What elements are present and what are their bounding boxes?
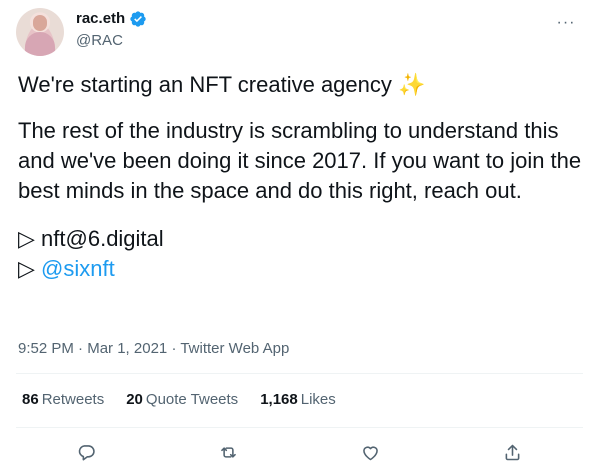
tweet-header: rac.eth @RAC ··· xyxy=(16,8,583,56)
tweet-paragraph-2: The rest of the industry is scrambling t… xyxy=(18,118,582,203)
quote-tweets-label: Quote Tweets xyxy=(145,391,239,408)
quote-tweets-count: 20 xyxy=(126,391,143,408)
author-names: rac.eth @RAC xyxy=(76,9,147,51)
tweet-contact-list: ▷ nft@6.digital ▷ @sixnft xyxy=(18,224,583,284)
display-name-row: rac.eth xyxy=(76,9,147,29)
retweets-count: 86 xyxy=(22,391,39,408)
contact-mention-row: ▷ @sixnft xyxy=(18,254,583,284)
verified-badge-icon xyxy=(129,10,147,28)
tweet-stats: 86 Retweets 20 Quote Tweets 1,168 Likes xyxy=(22,390,336,410)
reply-icon xyxy=(79,444,96,460)
display-name[interactable]: rac.eth xyxy=(76,9,125,29)
quote-tweets-stat[interactable]: 20 Quote Tweets xyxy=(126,390,238,410)
retweet-icon xyxy=(221,446,236,458)
likes-count: 1,168 xyxy=(260,391,298,408)
divider-top xyxy=(16,373,583,374)
meta-separator: · xyxy=(78,340,84,357)
avatar-figure-head xyxy=(33,15,47,31)
tweet-body: We're starting an NFT creative agency ✨ … xyxy=(18,70,583,284)
avatar-figure-body xyxy=(25,32,55,56)
avatar[interactable] xyxy=(16,8,64,56)
reply-button[interactable] xyxy=(72,437,102,467)
tweet-actions xyxy=(16,437,583,467)
bullet-triangle-icon: ▷ xyxy=(18,226,35,251)
likes-stat[interactable]: 1,168 Likes xyxy=(260,390,336,410)
divider-bottom xyxy=(16,427,583,428)
sparkles-icon: ✨ xyxy=(398,72,426,97)
tweet-headline: We're starting an NFT creative agency xyxy=(18,72,392,97)
mention-link[interactable]: @sixnft xyxy=(41,256,115,281)
contact-email: nft@6.digital xyxy=(41,226,164,251)
tweet-time[interactable]: 9:52 PM xyxy=(18,340,74,357)
share-button[interactable] xyxy=(497,437,527,467)
tweet-meta: 9:52 PM · Mar 1, 2021 · Twitter Web App xyxy=(18,339,289,359)
bullet-triangle-icon: ▷ xyxy=(18,256,35,281)
tweet-date[interactable]: Mar 1, 2021 xyxy=(87,340,167,357)
like-button[interactable] xyxy=(355,437,385,467)
handle[interactable]: @RAC xyxy=(76,31,147,51)
retweets-stat[interactable]: 86 Retweets xyxy=(22,390,104,410)
retweet-button[interactable] xyxy=(214,437,244,467)
contact-email-row: ▷ nft@6.digital xyxy=(18,224,583,254)
heart-icon xyxy=(363,445,378,460)
share-icon xyxy=(505,444,520,460)
tweet-line-1: We're starting an NFT creative agency ✨ xyxy=(18,70,583,100)
likes-label: Likes xyxy=(300,391,336,408)
meta-separator: · xyxy=(171,340,177,357)
more-options-icon[interactable]: ··· xyxy=(549,8,583,38)
tweet-source[interactable]: Twitter Web App xyxy=(180,340,289,357)
retweets-label: Retweets xyxy=(41,391,105,408)
